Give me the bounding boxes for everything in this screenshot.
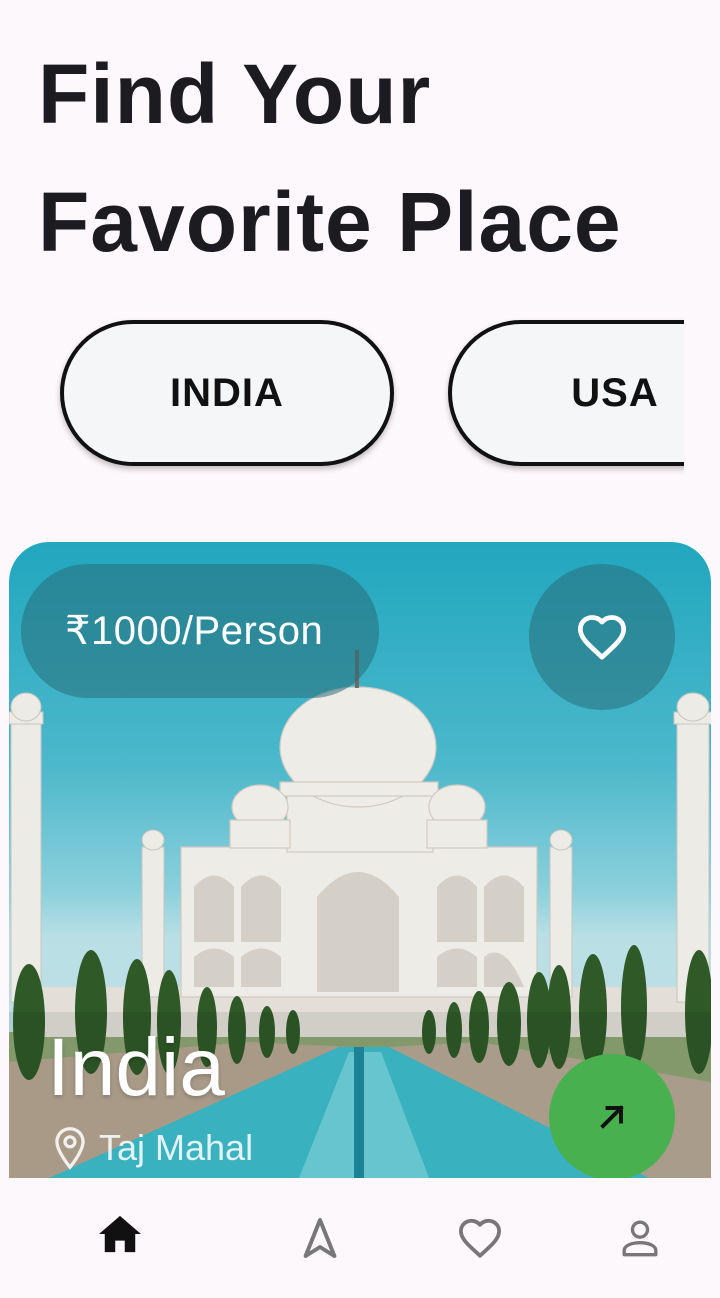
person-icon xyxy=(622,1220,658,1257)
price-badge: ₹1000/Person xyxy=(21,564,379,698)
country-chip-list[interactable]: INDIA USA xyxy=(0,315,684,480)
page-title: Find Your Favorite Place xyxy=(38,30,698,286)
nav-profile[interactable] xyxy=(580,1178,700,1298)
country-chip-india[interactable]: INDIA xyxy=(60,320,394,466)
nav-home[interactable] xyxy=(60,1174,180,1294)
destination-title: India xyxy=(47,1022,225,1113)
nav-favorites[interactable] xyxy=(420,1178,540,1298)
location-label: Taj Mahal xyxy=(99,1127,254,1168)
navigation-icon xyxy=(303,1218,337,1258)
arrow-up-right-icon xyxy=(600,1105,624,1129)
location-pin-icon xyxy=(55,1127,85,1170)
nav-explore[interactable] xyxy=(260,1178,380,1298)
country-chip-usa[interactable]: USA xyxy=(448,320,684,466)
page-title-line1: Find Your xyxy=(38,47,432,141)
heart-outline-icon xyxy=(577,615,627,660)
favorite-button[interactable] xyxy=(529,564,675,710)
page-title-line2: Favorite Place xyxy=(38,175,622,269)
heart-icon xyxy=(458,1218,501,1258)
open-destination-button[interactable] xyxy=(549,1054,675,1178)
destination-card[interactable]: ₹1000/Person India Taj Mahal xyxy=(9,542,711,1178)
bottom-navigation xyxy=(0,1178,720,1298)
destination-location: Taj Mahal xyxy=(53,1126,253,1170)
home-icon xyxy=(99,1215,141,1253)
